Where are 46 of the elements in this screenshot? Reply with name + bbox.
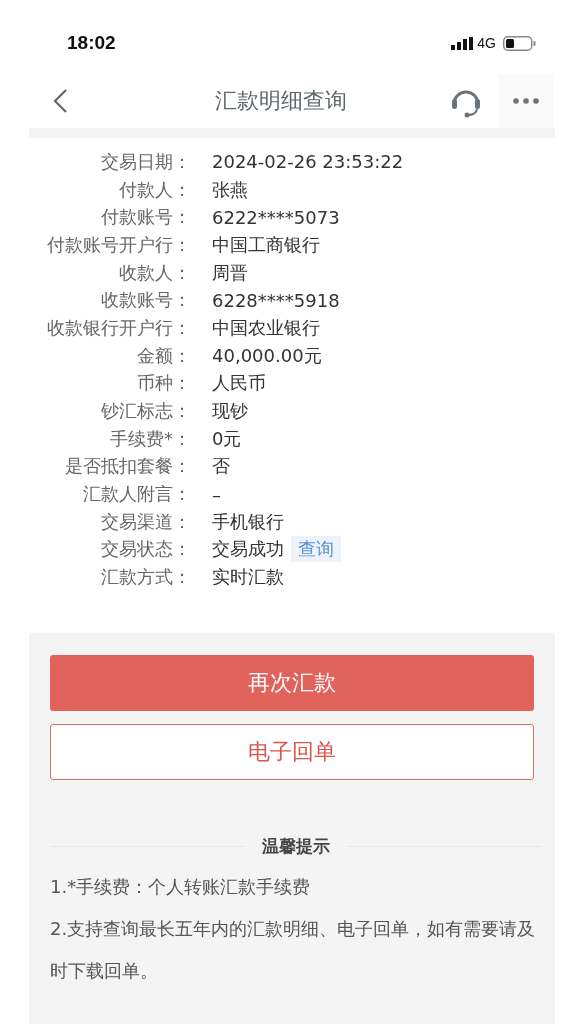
field-label: 付款账号开户行：: [46, 232, 191, 257]
field-label: 金额：: [136, 343, 191, 368]
tip-text: 1.*手续费：个人转账汇款手续费: [50, 875, 312, 899]
field-label: 钞汇标志：: [100, 399, 191, 424]
back-button[interactable]: [52, 88, 68, 114]
query-link[interactable]: 查询: [291, 536, 341, 563]
field-value: 周晋: [212, 260, 248, 285]
field-label: 收款银行开户行：: [46, 315, 191, 340]
field-value: 中国农业银行: [212, 315, 320, 340]
remit-again-button[interactable]: 再次汇款: [50, 655, 534, 711]
field-value: 手机银行: [212, 509, 284, 534]
field-label: 币种：: [136, 371, 191, 396]
field-label: 汇款人附言：: [82, 482, 191, 507]
field-label: 收款账号：: [100, 288, 191, 313]
field-value: 人民币: [212, 371, 266, 396]
more-button[interactable]: [499, 74, 553, 128]
field-value: 现钞: [212, 399, 248, 424]
field-value: 中国工商银行: [212, 232, 320, 257]
field-label: 收款人：: [118, 260, 191, 285]
field-value: 否: [212, 454, 230, 479]
signal-icon: [451, 36, 474, 50]
network-label: 4G: [477, 35, 496, 51]
tip-text: 2.支持查询最长五年内的汇款明细、电子回单，如有需要请及时下载回单。: [50, 917, 537, 983]
field-label: 汇款方式：: [100, 565, 191, 590]
field-label: 付款人：: [118, 177, 191, 202]
field-value: 0元: [212, 426, 242, 451]
field-value: 2024-02-26 23:53:22: [212, 151, 404, 173]
status-time: 18:02: [67, 32, 116, 54]
page-title: 汇款明细查询: [214, 87, 348, 115]
field-value: 实时汇款: [212, 565, 284, 590]
field-label: 付款账号：: [100, 205, 191, 230]
field-value: 6228****5918: [212, 289, 340, 311]
field-value: –: [212, 483, 221, 505]
field-value: 40,000.00元: [212, 343, 322, 368]
field-label: 交易状态：: [100, 537, 191, 562]
field-label: 是否抵扣套餐：: [64, 454, 191, 479]
field-label: 交易渠道：: [100, 509, 191, 534]
battery-icon: [503, 35, 536, 51]
receipt-button[interactable]: 电子回单: [50, 724, 534, 780]
more-icon[interactable]: [512, 97, 540, 105]
field-label: 手续费*：: [109, 426, 191, 451]
field-value: 6222****5073: [212, 206, 340, 228]
tips-title: 温馨提示: [262, 835, 330, 858]
field-value: 张燕: [212, 177, 248, 202]
field-label: 交易日期：: [100, 149, 191, 174]
field-value: 交易成功: [212, 537, 284, 562]
